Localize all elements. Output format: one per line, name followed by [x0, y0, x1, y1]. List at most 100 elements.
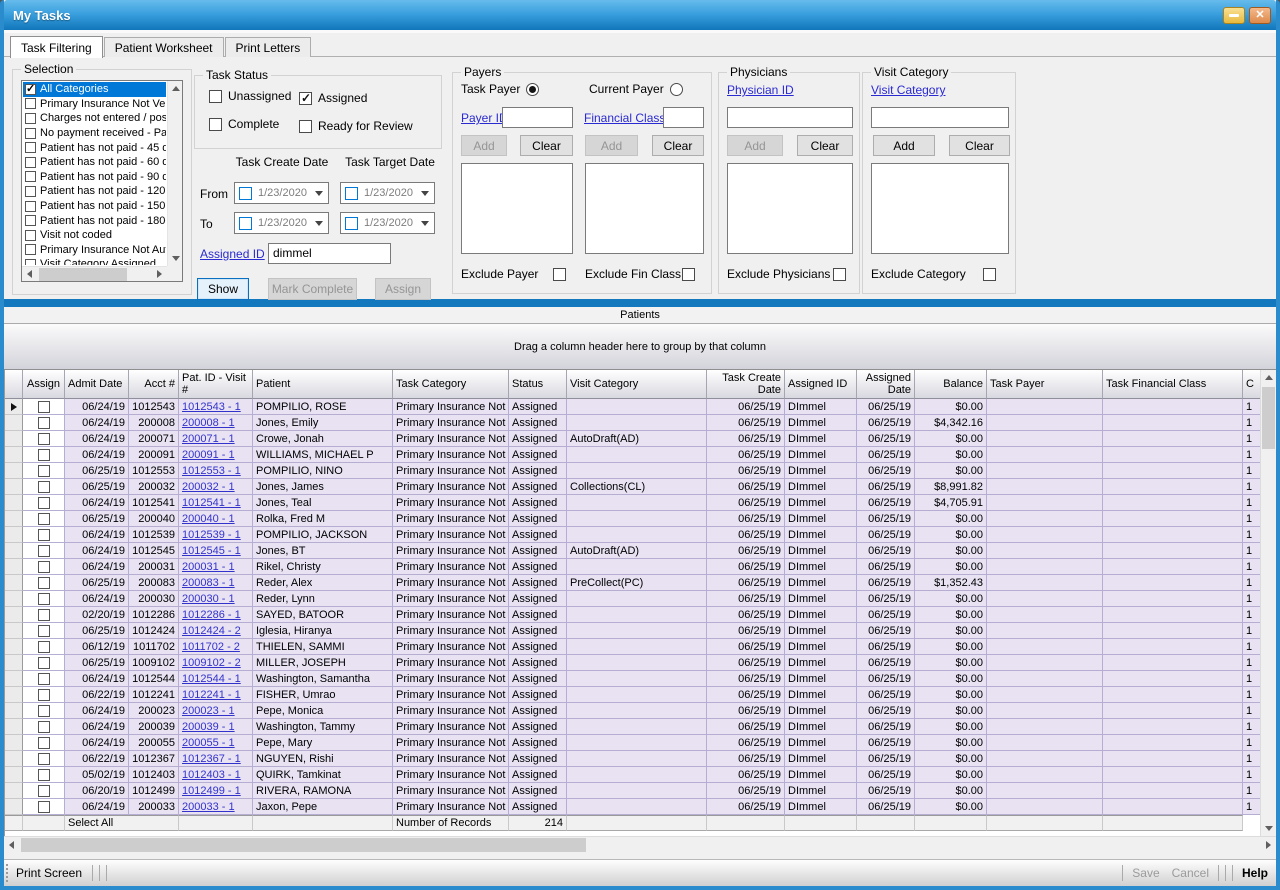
physician-clear-button[interactable]: Clear: [797, 135, 853, 156]
group-by-band[interactable]: Drag a column header here to group by th…: [4, 324, 1276, 370]
assign-checkbox[interactable]: [38, 417, 50, 429]
assign-checkbox[interactable]: [38, 657, 50, 669]
patient-visit-link[interactable]: 200023 - 1: [182, 705, 235, 717]
patient-visit-link[interactable]: 1011702 - 2: [182, 641, 240, 653]
scrollbar-thumb[interactable]: [21, 838, 586, 852]
patient-visit-link[interactable]: 1012403 - 1: [182, 769, 241, 781]
visit-category-input[interactable]: [871, 107, 1009, 128]
physician-id-input[interactable]: [727, 107, 853, 128]
assign-checkbox[interactable]: [38, 689, 50, 701]
patient-visit-link[interactable]: 1012367 - 1: [182, 753, 241, 765]
listbox-horizontal-scrollbar[interactable]: [22, 266, 167, 281]
checkbox-complete[interactable]: Complete: [209, 117, 279, 131]
payer-add-button[interactable]: Add: [461, 135, 507, 156]
checkbox-unassigned[interactable]: Unassigned: [209, 89, 291, 103]
assign-checkbox[interactable]: [38, 769, 50, 781]
assign-checkbox[interactable]: [38, 433, 50, 445]
category-item[interactable]: Patient has not paid - 45 da: [23, 140, 166, 155]
scroll-right-icon[interactable]: [1261, 838, 1276, 853]
assign-checkbox[interactable]: [38, 673, 50, 685]
tab-task-filtering[interactable]: Task Filtering: [10, 36, 103, 58]
category-item[interactable]: Patient has not paid - 90 da: [23, 170, 166, 185]
assigned-id-input[interactable]: dimmel: [268, 243, 391, 264]
column-header-assigned-id[interactable]: Assigned ID: [785, 370, 857, 399]
payer-id-link[interactable]: Payer ID: [461, 111, 508, 125]
category-item[interactable]: Patient has not paid - 180+: [23, 213, 166, 228]
datepicker-checkbox-icon[interactable]: [239, 217, 252, 230]
create-from-datepicker[interactable]: 1/23/2020: [234, 182, 329, 204]
column-header-task-create-date[interactable]: Task Create Date: [707, 370, 785, 399]
patient-visit-link[interactable]: 200033 - 1: [182, 801, 235, 813]
datepicker-checkbox-icon[interactable]: [345, 187, 358, 200]
visit-category-link[interactable]: Visit Category: [871, 83, 945, 97]
scroll-right-icon[interactable]: [152, 267, 167, 282]
exclude-physicians-checkbox[interactable]: Exclude Physicians: [727, 267, 846, 281]
category-item[interactable]: All Categories: [23, 82, 166, 97]
tab-print-letters[interactable]: Print Letters: [225, 37, 312, 58]
scrollbar-thumb[interactable]: [1262, 387, 1275, 449]
visit-category-clear-button[interactable]: Clear: [949, 135, 1010, 156]
scroll-up-icon[interactable]: [1261, 370, 1276, 385]
assign-checkbox[interactable]: [38, 801, 50, 813]
column-header-visit-category[interactable]: Visit Category: [567, 370, 707, 399]
scroll-down-icon[interactable]: [168, 251, 183, 266]
fin-class-listbox[interactable]: [585, 163, 704, 254]
assign-checkbox[interactable]: [38, 609, 50, 621]
column-header-task-payer[interactable]: Task Payer: [987, 370, 1103, 399]
assign-checkbox[interactable]: [38, 625, 50, 637]
assign-button[interactable]: Assign: [375, 278, 431, 300]
cancel-button[interactable]: Cancel: [1172, 866, 1209, 880]
datepicker-checkbox-icon[interactable]: [345, 217, 358, 230]
payer-listbox[interactable]: [461, 163, 573, 254]
payer-clear-button[interactable]: Clear: [520, 135, 573, 156]
assign-checkbox[interactable]: [38, 497, 50, 509]
scroll-left-icon[interactable]: [22, 267, 37, 282]
patient-visit-link[interactable]: 1012539 - 1: [182, 529, 241, 541]
assign-checkbox[interactable]: [38, 561, 50, 573]
assign-checkbox[interactable]: [38, 465, 50, 477]
assign-checkbox[interactable]: [38, 593, 50, 605]
column-header-admit-date[interactable]: Admit Date: [65, 370, 129, 399]
patient-visit-link[interactable]: 1012424 - 2: [182, 625, 241, 637]
patient-visit-link[interactable]: 200032 - 1: [182, 481, 235, 493]
financial-class-link[interactable]: Financial Class: [584, 111, 665, 125]
category-item[interactable]: Charges not entered / poste: [23, 111, 166, 126]
assign-checkbox[interactable]: [38, 577, 50, 589]
physician-listbox[interactable]: [727, 163, 853, 254]
patient-visit-link[interactable]: 1009102 - 2: [182, 657, 241, 669]
print-screen-button[interactable]: Print Screen: [16, 866, 82, 880]
category-item[interactable]: Patient has not paid - 60 da: [23, 155, 166, 170]
fin-class-clear-button[interactable]: Clear: [652, 135, 704, 156]
category-item[interactable]: Primary Insurance Not Auth: [23, 243, 166, 258]
category-item[interactable]: Visit not coded: [23, 228, 166, 243]
assign-checkbox[interactable]: [38, 721, 50, 733]
patient-visit-link[interactable]: 1012541 - 1: [182, 497, 241, 509]
grid-horizontal-scrollbar[interactable]: [4, 836, 1276, 853]
patient-visit-link[interactable]: 200039 - 1: [182, 721, 235, 733]
column-header-assigned-date[interactable]: Assigned Date: [857, 370, 915, 399]
current-payer-radio[interactable]: Current Payer: [589, 82, 683, 96]
assign-checkbox[interactable]: [38, 705, 50, 717]
exclude-payer-checkbox[interactable]: Exclude Payer: [461, 267, 566, 281]
financial-class-input[interactable]: [663, 107, 704, 128]
patient-visit-link[interactable]: 1012544 - 1: [182, 673, 241, 685]
column-header-pat-id-visit-[interactable]: Pat. ID - Visit #: [179, 370, 253, 399]
assign-checkbox[interactable]: [38, 449, 50, 461]
grid-vertical-scrollbar[interactable]: [1260, 370, 1276, 836]
patient-visit-link[interactable]: 200055 - 1: [182, 737, 235, 749]
patient-visit-link[interactable]: 200030 - 1: [182, 593, 235, 605]
patient-visit-link[interactable]: 1012545 - 1: [182, 545, 241, 557]
tab-patient-worksheet[interactable]: Patient Worksheet: [104, 37, 224, 58]
patient-visit-link[interactable]: 1012241 - 1: [182, 689, 241, 701]
close-button[interactable]: ✕: [1249, 7, 1271, 24]
column-header-c[interactable]: C: [1243, 370, 1260, 399]
target-from-datepicker[interactable]: 1/23/2020: [340, 182, 435, 204]
assign-checkbox[interactable]: [38, 513, 50, 525]
category-item[interactable]: No payment received - Pay: [23, 126, 166, 141]
column-header-patient[interactable]: Patient: [253, 370, 393, 399]
assign-checkbox[interactable]: [38, 641, 50, 653]
patient-visit-link[interactable]: 200040 - 1: [182, 513, 235, 525]
select-all-button[interactable]: Select All: [65, 815, 179, 831]
scroll-down-icon[interactable]: [1261, 821, 1276, 836]
chevron-down-icon[interactable]: [315, 191, 323, 196]
